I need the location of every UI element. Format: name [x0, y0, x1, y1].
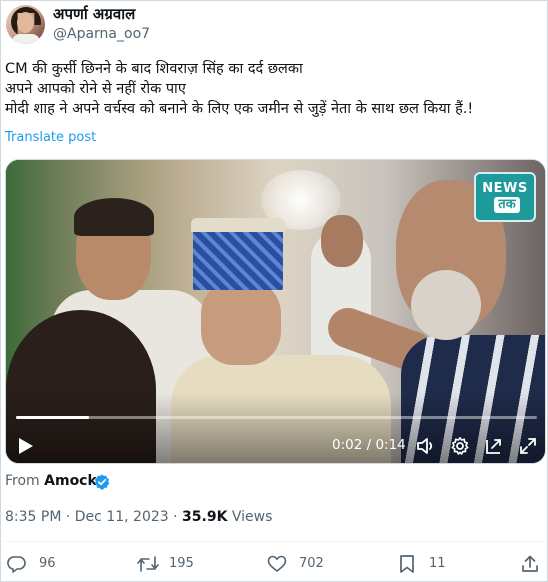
tweet-text-line: CM की कुर्सी छिनने के बाद शिवराज़ सिंह क… [5, 61, 303, 77]
like-count: 702 [299, 556, 324, 571]
heart-icon [267, 555, 287, 572]
verified-badge-icon [94, 474, 110, 490]
views-count: 35.9K [182, 509, 228, 525]
divider [5, 541, 545, 542]
volume-icon[interactable] [416, 436, 436, 456]
play-icon[interactable] [18, 437, 34, 455]
share-button[interactable] [520, 554, 540, 574]
bookmark-button[interactable]: 11 [397, 554, 457, 574]
author-display-name[interactable]: अपर्णा अग्रवाल [53, 4, 135, 24]
meta-separator: · [173, 509, 178, 525]
author-avatar[interactable] [6, 5, 45, 44]
video-progress-bar[interactable] [16, 416, 537, 419]
reply-button[interactable]: 96 [7, 554, 67, 574]
settings-gear-icon[interactable] [450, 436, 470, 456]
logo-text-bottom: तक [494, 197, 520, 213]
tweet-time[interactable]: 8:35 PM [5, 509, 61, 525]
bookmark-icon [400, 555, 414, 573]
tweet-text-line: मोदी शाह ने अपने वर्चस्व को बनाने के लिए… [5, 101, 474, 117]
meta-separator: · [65, 509, 71, 525]
author-handle[interactable]: @Aparna_oo7 [53, 26, 150, 42]
tweet-card: अपर्णा अग्रवाल @Aparna_oo7 CM की कुर्सी … [0, 0, 548, 582]
tweet-text: CM की कुर्सी छिनने के बाद शिवराज़ सिंह क… [5, 59, 545, 119]
repost-count: 195 [169, 556, 194, 571]
video-time: 0:02 / 0:14 [332, 437, 406, 453]
reply-count: 96 [39, 556, 56, 571]
repost-button[interactable]: 195 [137, 554, 207, 574]
tweet-date[interactable]: Dec 11, 2023 [75, 509, 169, 525]
from-label: From [5, 473, 40, 489]
translate-post-link[interactable]: Translate post [5, 130, 96, 145]
tweet-meta: 8:35 PM · Dec 11, 2023 · 35.9K Views [5, 509, 272, 525]
tweet-text-line: अपने आपको रोने से नहीं रोक पाए [5, 81, 186, 97]
repost-icon [137, 556, 159, 572]
picture-in-picture-icon[interactable] [484, 436, 504, 456]
video-progress-fill [16, 416, 89, 419]
logo-text-top: NEWS [482, 181, 528, 196]
share-icon [522, 555, 538, 572]
fullscreen-icon[interactable] [518, 436, 538, 456]
source-account-link[interactable]: Amock [44, 473, 97, 489]
news-tak-logo: NEWS तक [474, 172, 536, 222]
like-button[interactable]: 702 [267, 554, 337, 574]
video-player[interactable]: NEWS तक 0:02 / 0:14 [5, 159, 546, 464]
reply-icon [7, 556, 26, 573]
bookmark-count: 11 [429, 556, 446, 571]
video-source-attribution: From Amock [5, 473, 97, 489]
views-label: Views [231, 509, 273, 525]
